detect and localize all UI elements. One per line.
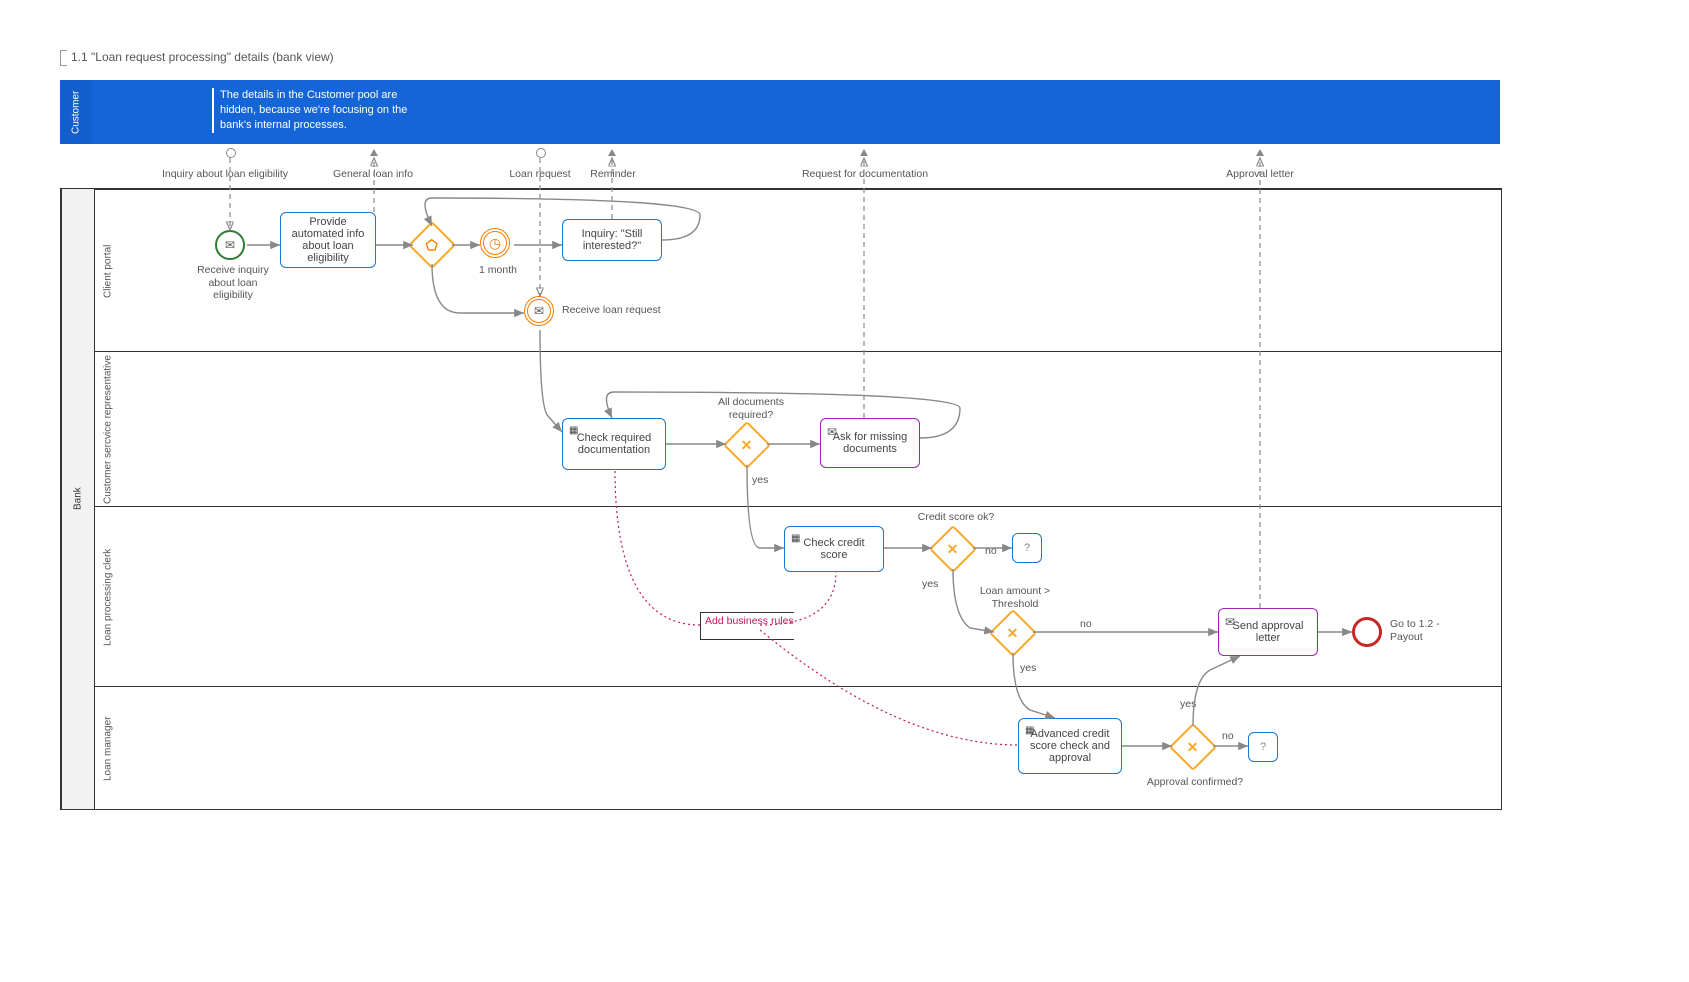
task-check-credit-score[interactable]: ▦ Check credit score <box>784 526 884 572</box>
lane-label: Customer sercvice representative <box>94 352 121 507</box>
customer-note: The details in the Customer pool are hid… <box>212 88 430 133</box>
lane-label: Loan processing clerk <box>94 507 121 687</box>
msg-arrow-icon <box>860 149 868 156</box>
start-event[interactable] <box>215 230 245 260</box>
text-annotation: Add business rules <box>700 612 794 640</box>
task-label: Ask for missing documents <box>825 431 915 455</box>
task-ask-missing-docs[interactable]: Ask for missing documents <box>820 418 920 468</box>
msg-origin-icon <box>536 148 546 158</box>
msg-generalinfo-label: General loan info <box>328 168 418 180</box>
msg-arrow-icon <box>1256 149 1264 156</box>
annotation-text: Add business rules <box>705 615 794 627</box>
msg-approval-label: Approval letter <box>1220 168 1300 180</box>
collapsed-subprocess[interactable]: ? <box>1012 533 1042 563</box>
rule-marker-icon: ▦ <box>1025 725 1034 736</box>
edge-no: no <box>985 545 997 558</box>
msg-reqdoc-label: Request for documentation <box>795 168 935 180</box>
envelope-icon <box>225 238 235 252</box>
task-label: Inquiry: "Still interested?" <box>567 228 657 252</box>
timer-event[interactable] <box>480 228 510 258</box>
lane-label: Loan manager <box>94 687 121 810</box>
x-icon: ✕ <box>1007 624 1019 641</box>
x-icon: ✕ <box>1187 738 1199 755</box>
task-label: Send approval letter <box>1223 620 1313 644</box>
msg-origin-icon <box>226 148 236 158</box>
lane-loan-manager: Loan manager <box>94 686 1501 810</box>
task-label: Check required documentation <box>567 432 661 456</box>
msg-reminder-label: Reminder <box>585 168 641 180</box>
end-event-label: Go to 1.2 - Payout <box>1390 618 1460 643</box>
pool-customer-header: Customer <box>60 80 92 144</box>
envelope-icon <box>534 304 544 318</box>
msg-arrow-icon <box>370 149 378 156</box>
gw-confirm-label: Approval confirmed? <box>1140 776 1250 789</box>
clock-icon <box>489 235 501 252</box>
diagram-title: 1.1 "Loan request processing" details (b… <box>60 50 334 66</box>
gw-docs-label: All documents required? <box>706 396 796 421</box>
title-text: 1.1 "Loan request processing" details (b… <box>71 50 334 64</box>
q-label: ? <box>1024 542 1030 554</box>
envelope-icon <box>1225 615 1235 629</box>
envelope-icon <box>827 425 837 439</box>
bpmn-diagram: 1.1 "Loan request processing" details (b… <box>0 0 1689 982</box>
task-provide-info[interactable]: Provide automated info about loan eligib… <box>280 212 376 268</box>
event-receive-loan-request[interactable] <box>524 296 554 326</box>
edge-yes: yes <box>922 578 938 591</box>
x-icon: ✕ <box>741 436 753 453</box>
pentagon-icon <box>426 236 438 253</box>
edge-yes: yes <box>752 474 768 487</box>
edge-no: no <box>1222 730 1234 743</box>
timer-label: 1 month <box>468 264 528 277</box>
q-label: ? <box>1260 741 1266 753</box>
task-inquiry-still-interested[interactable]: Inquiry: "Still interested?" <box>562 219 662 261</box>
collapsed-subprocess[interactable]: ? <box>1248 732 1278 762</box>
start-event-label: Receive inquiry about loan eligibility <box>188 264 278 302</box>
lane-csr: Customer sercvice representative <box>94 351 1501 507</box>
edge-yes: yes <box>1180 698 1196 711</box>
gw-threshold-label: Loan amount > Threshold <box>970 585 1060 610</box>
x-icon: ✕ <box>947 540 959 557</box>
rule-marker-icon: ▦ <box>569 425 578 436</box>
msg-inquiry-label: Inquiry about loan eligibility <box>160 168 290 180</box>
lane-label: Client portal <box>94 190 121 352</box>
msg-arrow-icon <box>608 149 616 156</box>
task-advanced-check[interactable]: ▦ Advanced credit score check and approv… <box>1018 718 1122 774</box>
gw-score-label: Credit score ok? <box>916 511 996 524</box>
pool-bank-header: Bank <box>61 189 94 809</box>
rule-marker-icon: ▦ <box>791 533 800 544</box>
task-label: Advanced credit score check and approval <box>1023 728 1117 764</box>
edge-no: no <box>1080 618 1092 631</box>
pool-customer: Customer The details in the Customer poo… <box>60 80 1500 144</box>
task-send-approval[interactable]: Send approval letter <box>1218 608 1318 656</box>
task-check-documentation[interactable]: ▦ Check required documentation <box>562 418 666 470</box>
msg-loanreq-label: Loan request <box>505 168 575 180</box>
task-label: Provide automated info about loan eligib… <box>285 216 371 264</box>
task-label: Check credit score <box>789 537 879 561</box>
end-event[interactable] <box>1352 617 1382 647</box>
event-loanreq-label: Receive loan request <box>562 304 672 317</box>
edge-yes: yes <box>1020 662 1036 675</box>
